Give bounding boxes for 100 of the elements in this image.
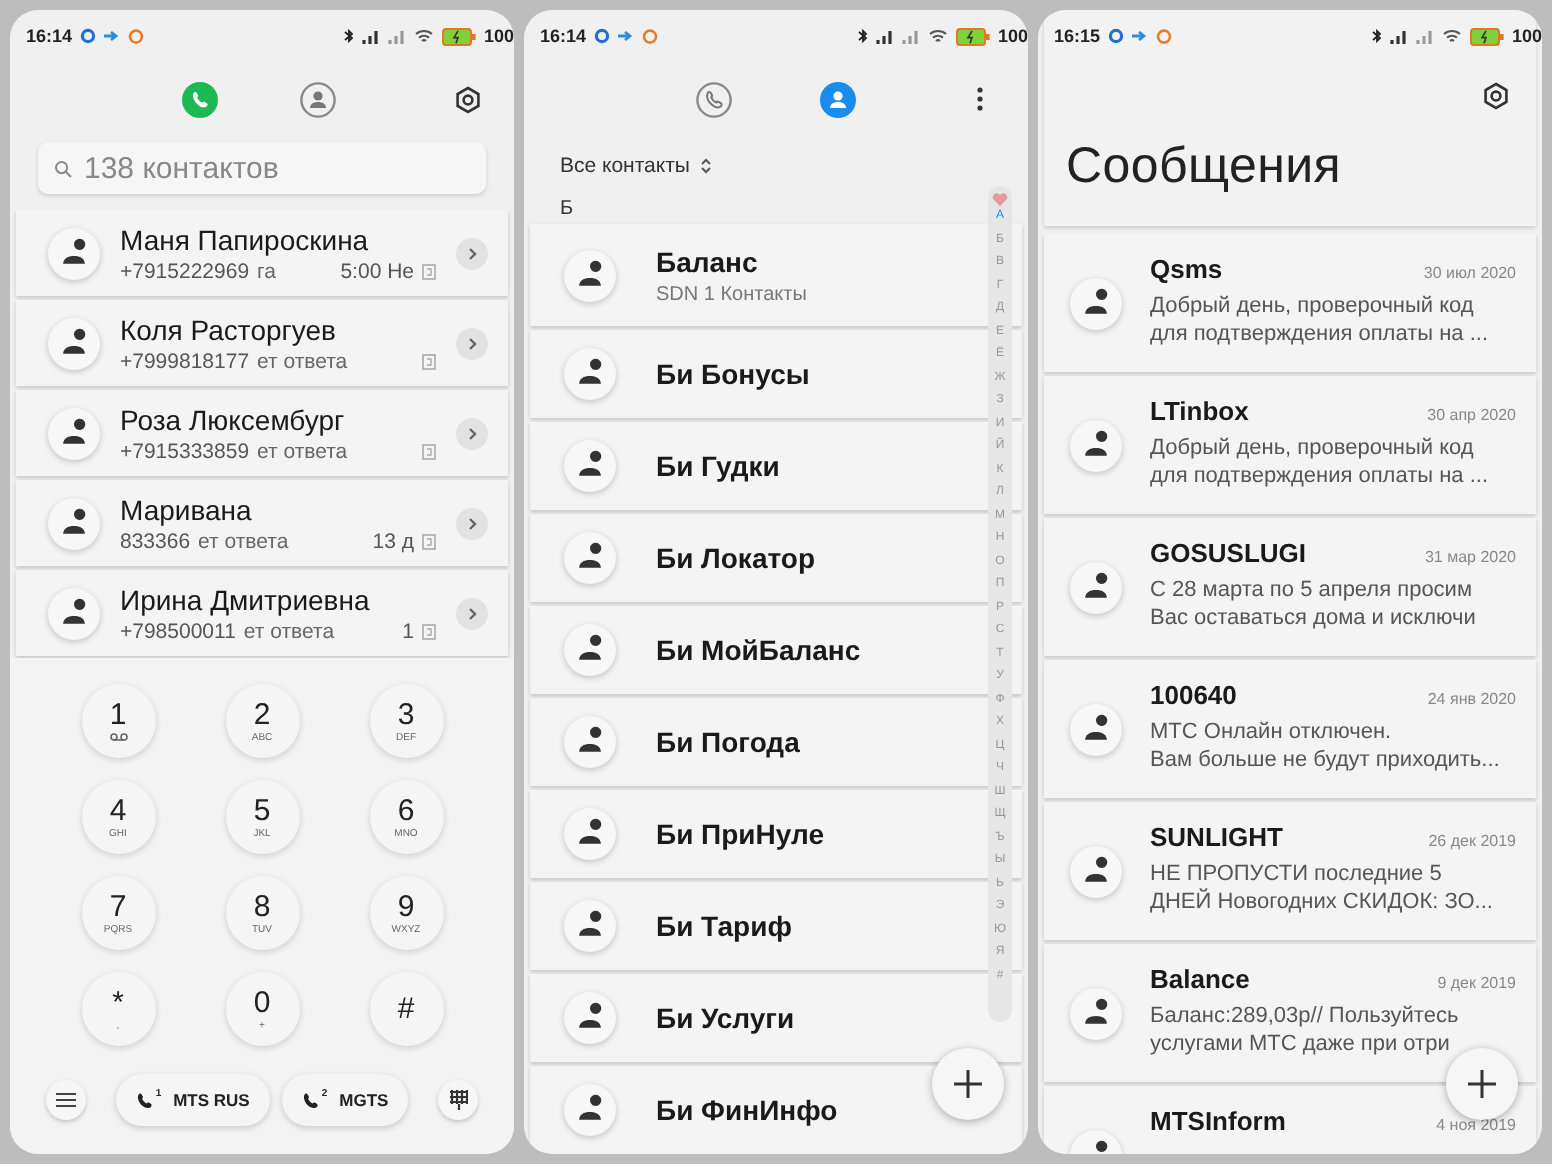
dial-key[interactable]: 1 bbox=[81, 684, 155, 758]
menu-icon bbox=[56, 1092, 76, 1108]
message-date: 30 июл 2020 bbox=[1423, 264, 1516, 282]
details-button[interactable] bbox=[456, 237, 488, 269]
phone-tab[interactable] bbox=[696, 82, 732, 118]
sync-icon bbox=[594, 28, 611, 44]
details-button[interactable] bbox=[456, 327, 488, 359]
message-date: 30 апр 2020 bbox=[1427, 406, 1516, 424]
call-time: 13 д bbox=[372, 529, 414, 553]
sim-icon bbox=[422, 443, 436, 459]
contact-name: Би Гудки bbox=[656, 450, 780, 482]
search-input[interactable]: 138 контактов bbox=[84, 151, 444, 185]
phone-number: +7915222969 bbox=[120, 259, 250, 283]
menu-button[interactable] bbox=[46, 1080, 86, 1120]
section-header: Б bbox=[560, 198, 574, 220]
phone-number: 833366 bbox=[120, 529, 191, 553]
avatar-icon bbox=[564, 249, 616, 301]
wifi-icon bbox=[1441, 28, 1462, 44]
page-title: Сообщения bbox=[1066, 138, 1341, 196]
sender-name: LTinbox bbox=[1150, 396, 1251, 426]
sender-name: MTSInform bbox=[1150, 1106, 1288, 1136]
battery-percent: 100 bbox=[1511, 26, 1542, 46]
avatar-icon bbox=[1070, 419, 1122, 471]
dial-key[interactable]: # bbox=[369, 972, 443, 1046]
contacts-tab[interactable] bbox=[300, 82, 336, 118]
dialpad-icon bbox=[449, 1090, 467, 1110]
phone-number: +798500011 bbox=[120, 619, 236, 643]
settings-icon[interactable] bbox=[454, 86, 482, 114]
avatar-icon bbox=[564, 1084, 616, 1136]
message-date: 24 янв 2020 bbox=[1427, 690, 1516, 708]
sim-icon bbox=[422, 353, 436, 369]
sender-name: 100640 bbox=[1150, 680, 1239, 710]
battery-percent: 100 bbox=[483, 26, 514, 46]
details-button[interactable] bbox=[456, 507, 488, 539]
clock-icon bbox=[128, 28, 145, 44]
phone-number: +7999818177 bbox=[120, 349, 250, 373]
sync-icon bbox=[1108, 28, 1125, 44]
avatar-icon bbox=[1070, 561, 1122, 613]
avatar-icon bbox=[564, 348, 616, 400]
avatar-icon bbox=[564, 992, 616, 1044]
sender-name: GOSUSLUGI bbox=[1150, 538, 1309, 568]
message-date: 4 ноя 2019 bbox=[1436, 1116, 1516, 1134]
bluetooth-icon bbox=[857, 28, 868, 44]
contacts-tab[interactable] bbox=[820, 82, 856, 118]
message-preview: Баланс:289,03р// Пользуйтесь услугами МТС даже при отри bbox=[1150, 1002, 1461, 1058]
phone-tab[interactable] bbox=[182, 82, 218, 118]
contact-name: Би Локатор bbox=[656, 542, 816, 574]
avatar-icon bbox=[1070, 277, 1122, 329]
call-time: 1 bbox=[402, 619, 414, 643]
call-status: ет ответа bbox=[198, 529, 289, 553]
dialpad-button[interactable] bbox=[438, 1080, 478, 1120]
avatar-icon bbox=[48, 227, 100, 279]
message-date: 9 дек 2019 bbox=[1437, 974, 1516, 992]
sender-name: Qsms bbox=[1150, 254, 1225, 284]
caller-name: Маня Папироскина bbox=[120, 223, 371, 255]
avatar-icon bbox=[564, 716, 616, 768]
battery-icon bbox=[1469, 27, 1504, 45]
details-button[interactable] bbox=[456, 597, 488, 629]
clock-icon bbox=[642, 28, 659, 44]
contact-name: Би Услуги bbox=[656, 1002, 795, 1034]
phone-icon bbox=[301, 1091, 320, 1109]
call-status: ет ответа bbox=[257, 439, 348, 463]
contact-name: Би ФинИнфо bbox=[656, 1094, 838, 1126]
search-field[interactable]: 138 контактов bbox=[38, 142, 486, 194]
caller-name: Маривана bbox=[120, 493, 254, 525]
signal-icon bbox=[387, 29, 406, 43]
contact-name: Би Бонусы bbox=[656, 358, 810, 390]
avatar-icon bbox=[564, 900, 616, 952]
status-time: 16:14 bbox=[26, 26, 73, 46]
contact-name: Би Тариф bbox=[656, 910, 792, 942]
sim-call-button[interactable]: $^{1}$ MTS RUS bbox=[115, 1074, 270, 1126]
sim-icon bbox=[422, 533, 436, 549]
message-preview: С 28 марта по 5 апреля просим Вас оставаться дома и исключи bbox=[1150, 576, 1478, 632]
contact-name: Би МойБаланс bbox=[656, 634, 861, 666]
signal-icon bbox=[901, 29, 920, 43]
sim-call-button[interactable]: $^{2}$ MGTS bbox=[281, 1074, 409, 1126]
status-time: 16:15 bbox=[1054, 26, 1101, 46]
arrow-icon bbox=[104, 30, 121, 42]
settings-icon[interactable] bbox=[1482, 82, 1510, 110]
clock-icon bbox=[1156, 28, 1173, 44]
signal-icon bbox=[361, 29, 380, 43]
contact-name: Би Погода bbox=[656, 726, 800, 758]
avatar-icon bbox=[1070, 845, 1122, 897]
more-icon[interactable] bbox=[976, 86, 984, 112]
battery-icon bbox=[955, 27, 990, 45]
sort-icon[interactable] bbox=[699, 158, 712, 174]
avatar-icon bbox=[48, 497, 100, 549]
avatar-icon bbox=[48, 317, 100, 369]
message-date: 31 мар 2020 bbox=[1424, 548, 1516, 566]
message-date: 26 дек 2019 bbox=[1428, 832, 1516, 850]
wifi-icon bbox=[927, 28, 948, 44]
sim-icon bbox=[422, 263, 436, 279]
signal-icon bbox=[1415, 29, 1434, 43]
avatar-icon bbox=[1070, 987, 1122, 1039]
call-status: ет ответа bbox=[257, 349, 348, 373]
filter-dropdown[interactable]: Все контакты bbox=[560, 154, 690, 178]
avatar-icon bbox=[564, 532, 616, 584]
bluetooth-icon bbox=[343, 28, 354, 44]
details-button[interactable] bbox=[456, 417, 488, 449]
message-preview: МТС Онлайн отключен. Вам больше не будут приходить... bbox=[1150, 718, 1502, 774]
